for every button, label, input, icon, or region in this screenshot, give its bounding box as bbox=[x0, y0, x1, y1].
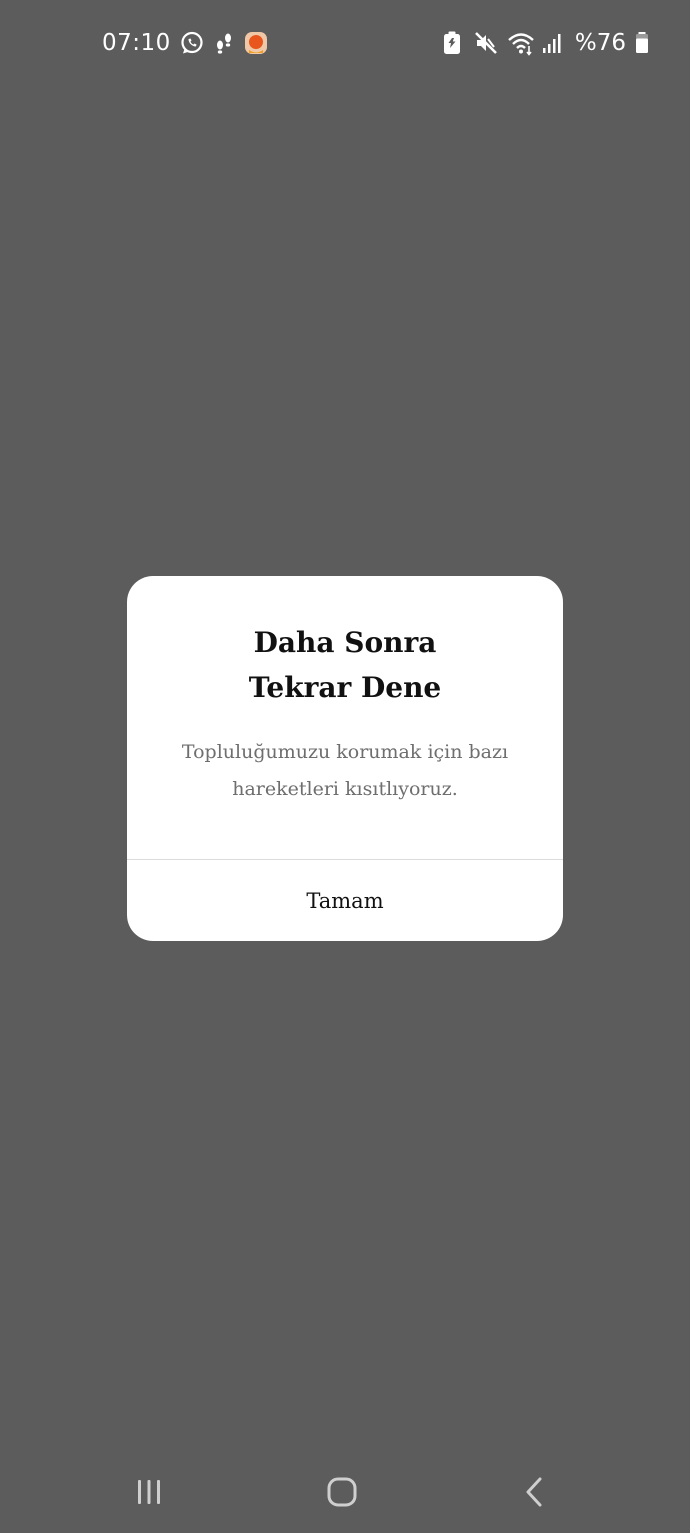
footsteps-icon bbox=[211, 30, 237, 56]
screen-background: 07:10 %76 Daha Sonra Tekrar Dene Toplulu… bbox=[0, 0, 690, 1533]
wifi-icon bbox=[507, 30, 534, 56]
app-notification-icon bbox=[243, 30, 269, 56]
back-icon bbox=[520, 1475, 550, 1513]
rate-limit-dialog: Daha Sonra Tekrar Dene Topluluğumuzu kor… bbox=[127, 576, 563, 941]
back-button[interactable] bbox=[510, 1469, 560, 1519]
clock: 07:10 bbox=[102, 30, 171, 56]
signal-icon bbox=[541, 30, 567, 56]
dialog-title-line-1: Daha Sonra bbox=[253, 626, 437, 659]
home-icon bbox=[325, 1475, 359, 1513]
navigation-bar bbox=[0, 1455, 690, 1533]
home-button[interactable] bbox=[317, 1469, 367, 1519]
dialog-message-line-1: Topluluğumuzu korumak için bazı bbox=[181, 741, 509, 763]
recent-apps-button[interactable] bbox=[124, 1469, 174, 1519]
mute-icon bbox=[473, 30, 499, 56]
status-bar-right: %76 bbox=[435, 26, 654, 60]
status-bar: 07:10 %76 bbox=[0, 0, 690, 86]
ok-button[interactable]: Tamam bbox=[127, 860, 563, 941]
dialog-message: Topluluğumuzu korumak için bazı hareketl… bbox=[157, 734, 533, 808]
recent-apps-icon bbox=[133, 1476, 165, 1512]
battery-percentage: %76 bbox=[574, 30, 626, 56]
dialog-title: Daha Sonra Tekrar Dene bbox=[127, 620, 563, 710]
dialog-message-line-2: hareketleri kısıtlıyoruz. bbox=[232, 778, 458, 800]
whatsapp-icon bbox=[179, 30, 205, 56]
status-bar-left: 07:10 bbox=[102, 26, 275, 60]
dialog-title-line-2: Tekrar Dene bbox=[248, 671, 442, 704]
battery-icon bbox=[634, 30, 650, 56]
battery-saver-icon bbox=[439, 30, 465, 56]
